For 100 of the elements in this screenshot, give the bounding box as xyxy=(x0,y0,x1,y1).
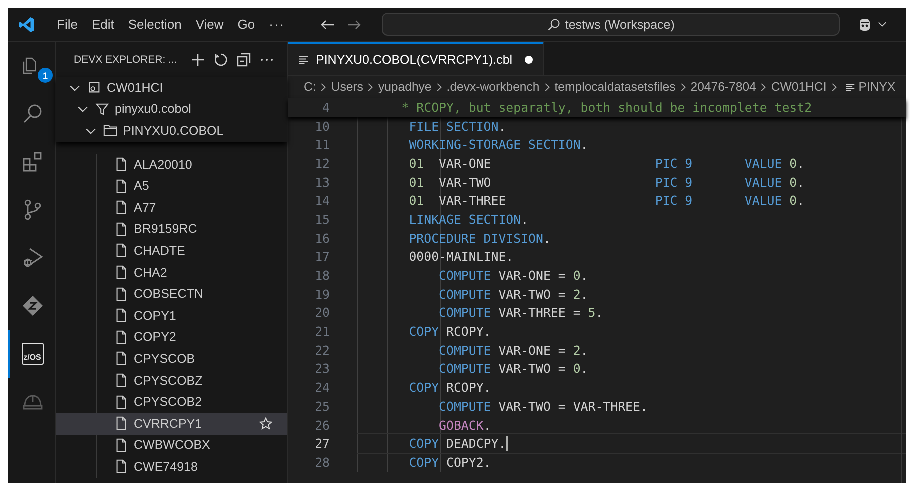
tree-item[interactable]: pinyxu0.cobol xyxy=(56,98,287,120)
editor-tab[interactable]: PINYXU0.COBOL(CVRRCPY1).cbl xyxy=(288,42,544,75)
line-number: 15 xyxy=(314,212,330,227)
file-icon xyxy=(114,394,129,410)
code-line: FILE SECTION. xyxy=(408,118,506,134)
tree-item[interactable]: A5 xyxy=(56,175,287,197)
tree-item[interactable]: COPY2 xyxy=(56,326,287,348)
line-number: 11 xyxy=(314,137,330,152)
menu-item[interactable]: File xyxy=(50,17,85,32)
file-icon xyxy=(114,351,129,366)
line-number: 16 xyxy=(314,230,330,246)
breadcrumb-item[interactable]: CW01HCI xyxy=(771,80,827,94)
line-number: 4 xyxy=(322,100,330,115)
chevron-icon xyxy=(678,82,688,92)
line-number: 20 xyxy=(314,305,330,320)
extensions-icon[interactable] xyxy=(20,150,44,174)
chevron-icon xyxy=(759,82,768,92)
breadcrumb-item[interactable]: .devx-workbench xyxy=(446,80,540,94)
tree-item[interactable]: CHADTE xyxy=(56,240,287,262)
file-icon xyxy=(114,330,129,345)
folder-icon xyxy=(103,123,118,138)
tree-item[interactable]: COPY1 xyxy=(56,304,287,327)
breadcrumb-item[interactable]: 20476-7804 xyxy=(690,80,756,94)
line-number: 13 xyxy=(314,174,330,190)
chevron-icon xyxy=(830,82,839,92)
tree-item[interactable]: CHA2 xyxy=(56,262,287,284)
code-line: 01 VAR-ONE PIC 9 VALUE 0. xyxy=(408,156,805,171)
file-icon xyxy=(114,200,129,216)
menu-item[interactable]: View xyxy=(188,17,231,32)
file-icon xyxy=(114,416,129,432)
tree-item[interactable]: PINYXU0.COBOL xyxy=(56,120,287,142)
tree-item[interactable]: CVRRCPY1 xyxy=(56,412,287,434)
tree-item[interactable]: CWE74918 xyxy=(56,456,287,478)
tree-item[interactable]: CPYSCOB2 xyxy=(56,391,287,413)
code-line: COMPUTE VAR-ONE = 2. xyxy=(438,342,588,358)
tree-item[interactable]: BR9159RC xyxy=(56,218,287,240)
more-menu[interactable]: ··· xyxy=(262,17,292,32)
line-number: 17 xyxy=(314,249,330,264)
menu-item[interactable]: Edit xyxy=(84,17,122,32)
code-line: COPY RCOPY. xyxy=(408,380,492,396)
line-number: 12 xyxy=(314,156,330,171)
tree-item[interactable]: CWBWCOBX xyxy=(56,434,287,456)
file-icon xyxy=(114,459,129,474)
line-number: 22 xyxy=(314,342,330,358)
line-number: 23 xyxy=(314,361,330,376)
panel-title: DEVX EXPLORER: ... xyxy=(74,54,178,66)
code-line: WORKING-STORAGE SECTION. xyxy=(408,137,588,152)
line-number: 27 xyxy=(314,436,330,452)
breadcrumb-item[interactable]: yupadhye xyxy=(378,80,432,94)
line-number: 25 xyxy=(314,398,330,414)
menu-item[interactable]: Selection xyxy=(121,17,189,32)
zos-icon[interactable]: z/OS xyxy=(22,343,44,365)
file-icon xyxy=(114,438,129,453)
breadcrumb-item[interactable]: Users xyxy=(331,80,364,94)
breadcrumb-item[interactable]: C: xyxy=(304,80,316,94)
star-icon[interactable] xyxy=(259,416,273,431)
line-number: 28 xyxy=(314,454,330,470)
breadcrumb-item[interactable]: PINYX xyxy=(858,80,896,94)
unsaved-dot[interactable] xyxy=(524,56,533,64)
command-center[interactable]: testws (Workspace) xyxy=(382,13,840,36)
filter-icon xyxy=(95,102,110,117)
code-line: COMPUTE VAR-TWO = VAR-THREE. xyxy=(438,398,648,414)
tree-item[interactable]: CPYSCOB xyxy=(56,348,287,370)
lines-icon xyxy=(298,54,310,66)
lines-icon xyxy=(844,82,856,92)
text-cursor xyxy=(506,436,508,452)
code-line: COMPUTE VAR-TWO = 2. xyxy=(438,286,588,302)
code-line: COPY DEADCPY. xyxy=(408,436,506,452)
line-number: 19 xyxy=(314,286,330,302)
file-icon xyxy=(114,222,129,237)
code-line: COPY RCOPY. xyxy=(408,324,492,340)
file-icon xyxy=(114,178,129,194)
chevron-icon xyxy=(434,82,444,92)
diamond-icon[interactable] xyxy=(20,294,44,318)
code-line: GOBACK. xyxy=(438,418,492,433)
tree-item[interactable]: CW01HCI xyxy=(56,77,287,99)
code-line: * RCOPY, but separatly, both should be incomplete test2 xyxy=(400,100,812,115)
line-number: 14 xyxy=(314,193,330,208)
plus-icon[interactable] xyxy=(190,52,206,68)
code-line: 01 VAR-TWO PIC 9 VALUE 0. xyxy=(408,174,805,190)
refresh-icon[interactable] xyxy=(213,52,230,68)
line-number: 26 xyxy=(314,418,330,433)
tree-item[interactable]: CPYSCOBZ xyxy=(56,370,287,392)
code-line: 0000-MAINLINE. xyxy=(408,249,514,264)
menu-item[interactable]: Go xyxy=(230,17,262,32)
collapse-all-icon[interactable] xyxy=(236,52,252,68)
code-line: 01 VAR-THREE PIC 9 VALUE 0. xyxy=(408,193,805,208)
tree-item[interactable]: ALA20010 xyxy=(56,154,287,176)
line-number: 18 xyxy=(314,268,330,284)
line-number: 10 xyxy=(314,118,330,134)
code-line: COMPUTE VAR-TWO = 0. xyxy=(438,361,588,376)
tree-item[interactable]: COBSECTN xyxy=(56,283,287,305)
chevron-down-icon[interactable] xyxy=(878,20,888,29)
line-number: 21 xyxy=(314,324,330,340)
file-icon xyxy=(114,308,129,324)
search-icon xyxy=(547,18,562,32)
tree-item[interactable]: A77 xyxy=(56,196,287,219)
chevron-icon xyxy=(319,82,328,92)
breadcrumb-item[interactable]: templocaldatasetsfiles xyxy=(554,80,676,94)
chevron-icon xyxy=(366,82,376,92)
